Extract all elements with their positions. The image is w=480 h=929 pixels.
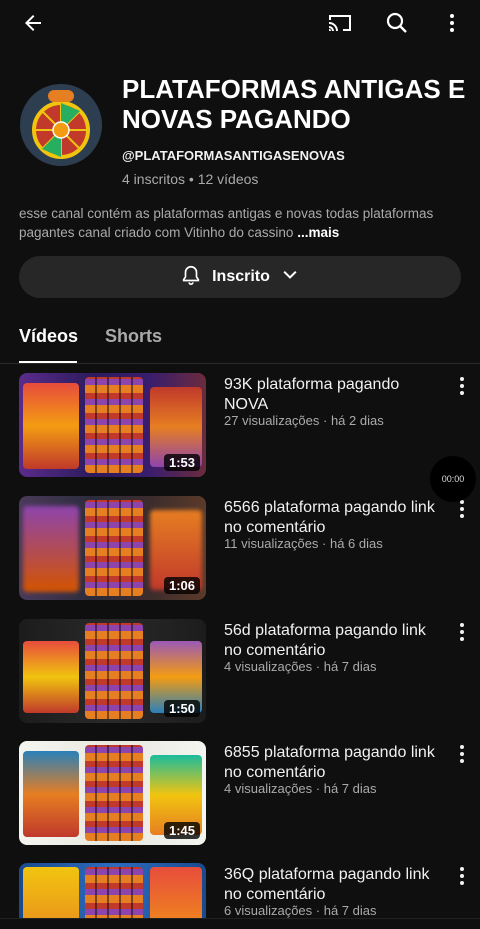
video-thumbnail[interactable]: 1:53 bbox=[19, 373, 206, 477]
video-title[interactable]: 56d plataforma pagando link no comentári… bbox=[224, 621, 444, 661]
top-app-bar bbox=[0, 0, 480, 46]
roulette-wheel-icon bbox=[32, 90, 90, 159]
video-item[interactable]: 1:53 93K plataforma pagando NOVA 27 visu… bbox=[0, 373, 480, 481]
subscribed-button[interactable]: Inscrito bbox=[19, 256, 461, 298]
active-tab-indicator bbox=[19, 361, 77, 363]
video-title[interactable]: 6566 plataforma pagando link no comentár… bbox=[224, 498, 444, 538]
more-vert-icon[interactable] bbox=[437, 8, 467, 38]
tab-videos[interactable]: Vídeos bbox=[19, 326, 78, 347]
video-title[interactable]: 93K plataforma pagando NOVA bbox=[224, 375, 444, 415]
video-thumbnail[interactable]: 1:50 bbox=[19, 619, 206, 723]
mini-player-bubble[interactable]: 00:00 bbox=[430, 456, 476, 502]
video-meta: 6 visualizações · há 7 dias bbox=[224, 903, 377, 918]
cast-icon[interactable] bbox=[325, 8, 355, 38]
video-more-icon[interactable] bbox=[452, 623, 472, 643]
video-thumbnail[interactable] bbox=[19, 863, 206, 918]
video-meta: 11 visualizações · há 6 dias bbox=[224, 536, 383, 551]
more-link[interactable]: ...mais bbox=[297, 225, 339, 240]
channel-title: PLATAFORMAS ANTIGAS E NOVAS PAGANDO bbox=[122, 74, 466, 134]
channel-tabs: Vídeos Shorts bbox=[0, 318, 480, 364]
channel-description[interactable]: esse canal contém as plataformas antigas… bbox=[19, 204, 469, 242]
video-meta: 27 visualizações · há 2 dias bbox=[224, 413, 384, 428]
video-more-icon[interactable] bbox=[452, 500, 472, 520]
video-duration: 1:50 bbox=[163, 700, 200, 717]
video-meta: 4 visualizações · há 7 dias bbox=[224, 781, 377, 796]
video-item[interactable]: 1:50 56d plataforma pagando link no come… bbox=[0, 619, 480, 727]
channel-stats: 4 inscritos • 12 vídeos bbox=[122, 171, 259, 187]
video-more-icon[interactable] bbox=[452, 745, 472, 765]
bottom-nav-edge bbox=[0, 918, 480, 929]
video-thumbnail[interactable]: 1:06 bbox=[19, 496, 206, 600]
video-item[interactable]: 36Q plataforma pagando link no comentári… bbox=[0, 863, 480, 918]
video-more-icon[interactable] bbox=[452, 867, 472, 887]
video-item[interactable]: 1:06 6566 plataforma pagando link no com… bbox=[0, 496, 480, 604]
video-meta: 4 visualizações · há 7 dias bbox=[224, 659, 377, 674]
bell-icon bbox=[180, 264, 202, 291]
video-more-icon[interactable] bbox=[452, 377, 472, 397]
subscribed-label: Inscrito bbox=[212, 268, 270, 285]
video-duration: 1:45 bbox=[163, 822, 200, 839]
channel-avatar[interactable] bbox=[20, 84, 102, 166]
back-arrow-icon[interactable] bbox=[18, 8, 48, 38]
video-thumbnail[interactable]: 1:45 bbox=[19, 741, 206, 845]
channel-handle: @PLATAFORMASANTIGASENOVAS bbox=[122, 148, 345, 163]
video-duration: 1:06 bbox=[163, 577, 200, 594]
search-icon[interactable] bbox=[382, 8, 412, 38]
chevron-down-icon bbox=[280, 265, 300, 290]
video-duration: 1:53 bbox=[163, 454, 200, 471]
mini-player-time: 00:00 bbox=[441, 474, 465, 484]
video-item[interactable]: 1:45 6855 plataforma pagando link no com… bbox=[0, 741, 480, 849]
tab-shorts[interactable]: Shorts bbox=[105, 326, 162, 347]
description-text: esse canal contém as plataformas antigas… bbox=[19, 206, 434, 240]
video-title[interactable]: 36Q plataforma pagando link no comentári… bbox=[224, 865, 444, 905]
video-title[interactable]: 6855 plataforma pagando link no comentár… bbox=[224, 743, 444, 783]
